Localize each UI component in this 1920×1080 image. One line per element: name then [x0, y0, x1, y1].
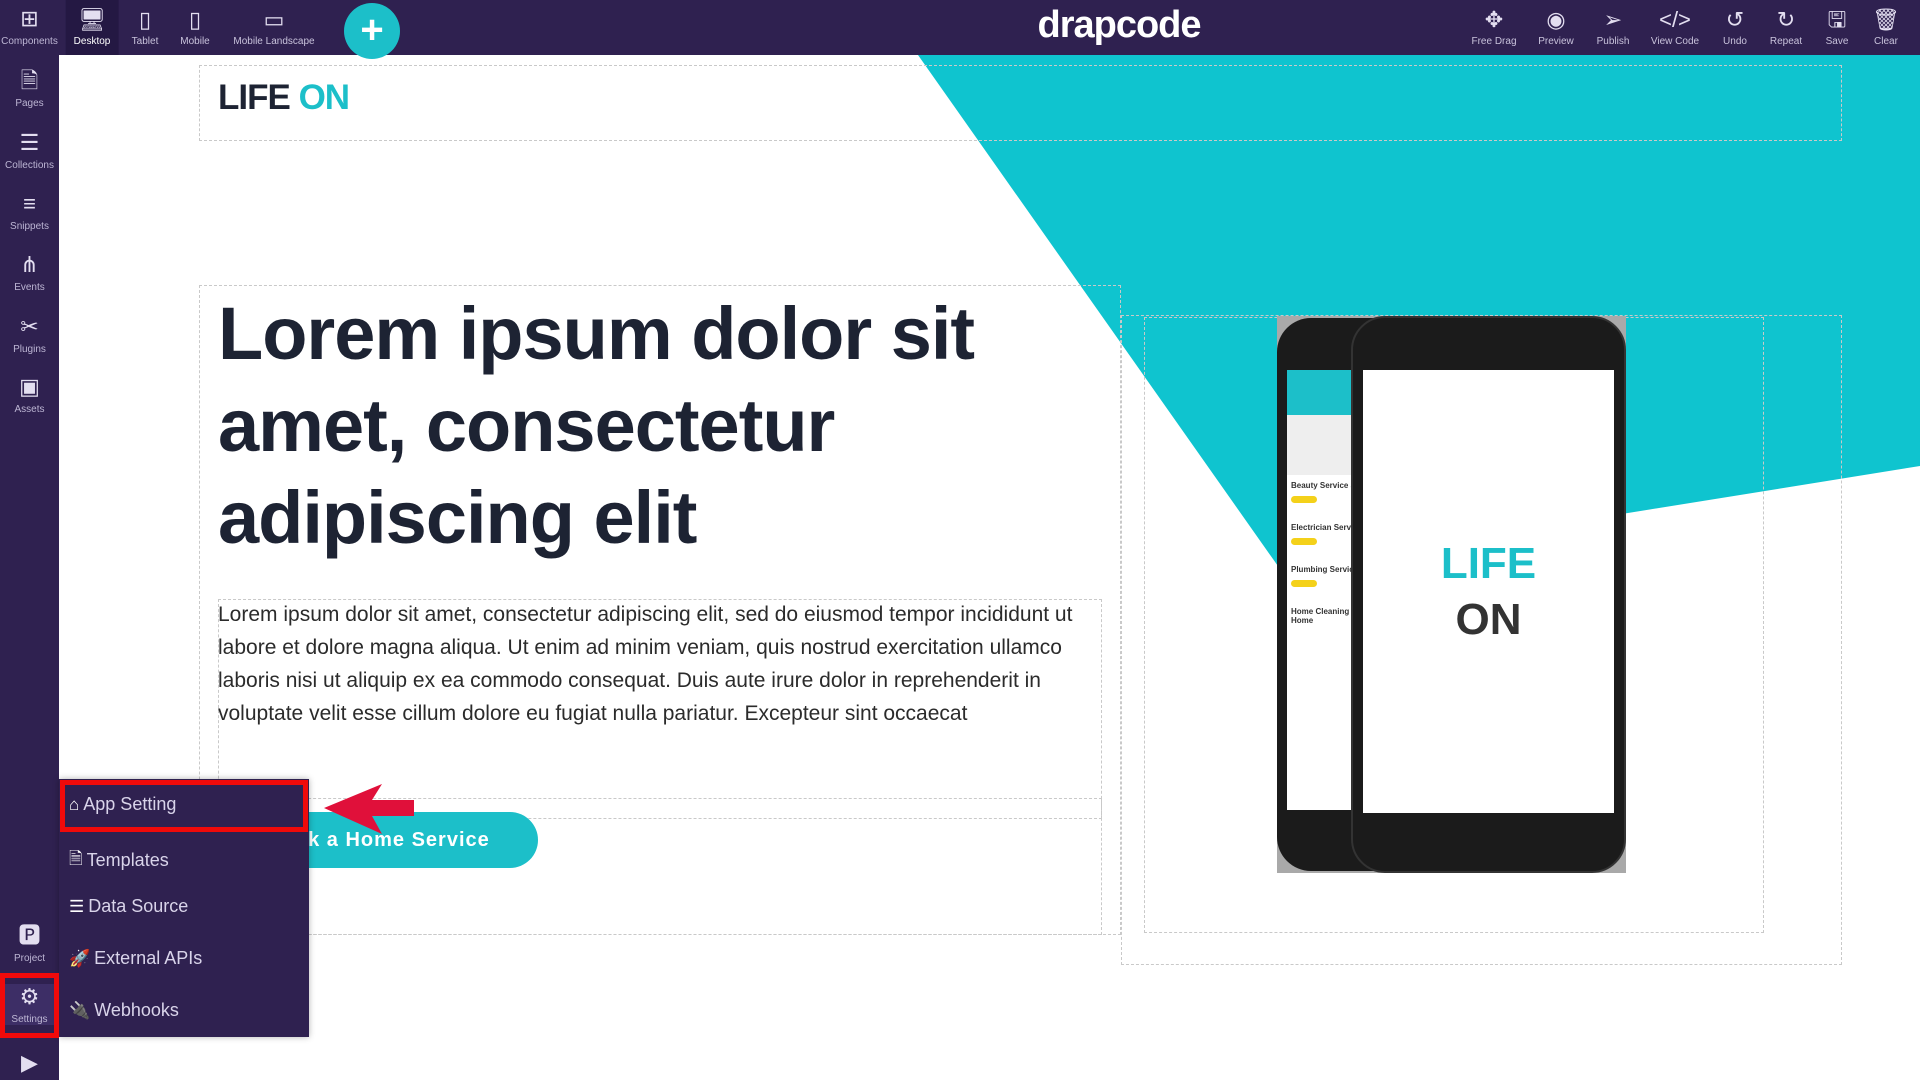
left-sidebar: ⊞ Components 🗎 Pages ☰ Collections ≡ Snippet…	[0, 0, 59, 1080]
clear-button[interactable]: 🗑 Clear	[1872, 0, 1900, 55]
menu-item-webhooks[interactable]: 🔌 Webhooks	[69, 1000, 179, 1021]
front-phone: LIFE ON	[1351, 316, 1626, 873]
rocket-icon: 🚀	[69, 948, 91, 968]
settings-highlight	[0, 973, 59, 1038]
server-icon: ☰	[69, 896, 85, 916]
trash-icon: 🗑	[1872, 7, 1900, 32]
sidebar-item-project[interactable]: 🅿 Project	[0, 923, 59, 964]
app-setting-highlight	[60, 780, 308, 832]
sidebar-item-plugins[interactable]: ✂ Plugins	[0, 314, 59, 355]
tablet-icon: ▯	[138, 7, 152, 32]
view-code-button[interactable]: </> View Code	[1651, 0, 1699, 55]
top-toolbar: 🖥 Desktop ▯ Tablet ▯ Mobile ▭ Mobile Landsca…	[0, 0, 1920, 55]
free-drag-icon: ✥	[1484, 7, 1504, 32]
sidebar-item-assets[interactable]: ▣ Assets	[0, 374, 59, 415]
plus-circle-icon: +	[360, 8, 384, 52]
red-arrow-annotation	[324, 784, 414, 834]
sidebar-item-youtube[interactable]: ▶	[0, 1050, 59, 1080]
publish-button[interactable]: ➢ Publish	[1597, 0, 1630, 55]
undo-button[interactable]: ↺ Undo	[1723, 0, 1747, 55]
plug-icon: 🔌	[69, 1000, 91, 1020]
project-icon: 🅿	[18, 923, 41, 948]
sidebar-item-components[interactable]: ⊞ Components	[0, 6, 59, 47]
menu-item-templates[interactable]: 🗎 Templates	[69, 846, 169, 875]
redo-icon: ↻	[1776, 7, 1796, 32]
paper-plane-icon: ➢	[1603, 7, 1623, 32]
desktop-icon: 🖥	[78, 7, 106, 32]
file-icon: 🗎	[69, 849, 83, 868]
preview-button[interactable]: ◉ Preview	[1538, 0, 1574, 55]
brand-logo: drapcode	[1037, 4, 1201, 46]
add-button[interactable]: +	[344, 3, 400, 59]
hero-heading: Lorem ipsum dolor sit amet, consectetur …	[218, 292, 975, 559]
header-container	[199, 65, 1842, 141]
device-desktop-button[interactable]: 🖥 Desktop	[65, 0, 119, 55]
plus-square-icon: ⊞	[20, 6, 39, 31]
hero-paragraph: Lorem ipsum dolor sit amet, consectetur …	[218, 603, 1073, 725]
list-icon: ≡	[23, 191, 36, 216]
free-drag-button[interactable]: ✥ Free Drag	[1471, 0, 1516, 55]
save-button[interactable]: 🖫 Save	[1826, 0, 1849, 55]
undo-icon: ↺	[1725, 7, 1745, 32]
repeat-button[interactable]: ↻ Repeat	[1770, 0, 1802, 55]
sidebar-item-pages[interactable]: 🗎 Pages	[0, 68, 59, 109]
sitemap-icon: ⋔	[20, 252, 39, 277]
site-logo[interactable]: LIFE ON	[218, 78, 350, 118]
mobile-icon: ▯	[188, 7, 202, 32]
youtube-icon: ▶	[21, 1050, 38, 1075]
tools-icon: ✂	[20, 314, 39, 339]
phone-mockup-image: Beauty Service at Home Electrician Servi…	[1277, 316, 1626, 873]
editor-canvas[interactable]	[59, 55, 1920, 1080]
device-mobile-button[interactable]: ▯ Mobile	[180, 0, 209, 55]
sidebar-item-collections[interactable]: ☰ Collections	[0, 130, 59, 171]
image-icon: ▣	[19, 374, 40, 399]
save-icon: 🖫	[1827, 7, 1847, 32]
sidebar-item-snippets[interactable]: ≡ Snippets	[0, 191, 59, 232]
sidebar-item-events[interactable]: ⋔ Events	[0, 252, 59, 293]
menu-item-external-apis[interactable]: 🚀 External APIs	[69, 948, 202, 969]
device-mobile-landscape-button[interactable]: ▭ Mobile Landscape	[233, 0, 314, 55]
eye-icon: ◉	[1546, 7, 1566, 32]
file-icon: 🗎	[20, 68, 39, 93]
device-tablet-button[interactable]: ▯ Tablet	[132, 0, 159, 55]
menu-item-data-source[interactable]: ☰ Data Source	[69, 896, 188, 917]
mobile-landscape-icon: ▭	[263, 7, 285, 32]
database-icon: ☰	[19, 130, 40, 155]
code-icon: </>	[1659, 7, 1691, 32]
